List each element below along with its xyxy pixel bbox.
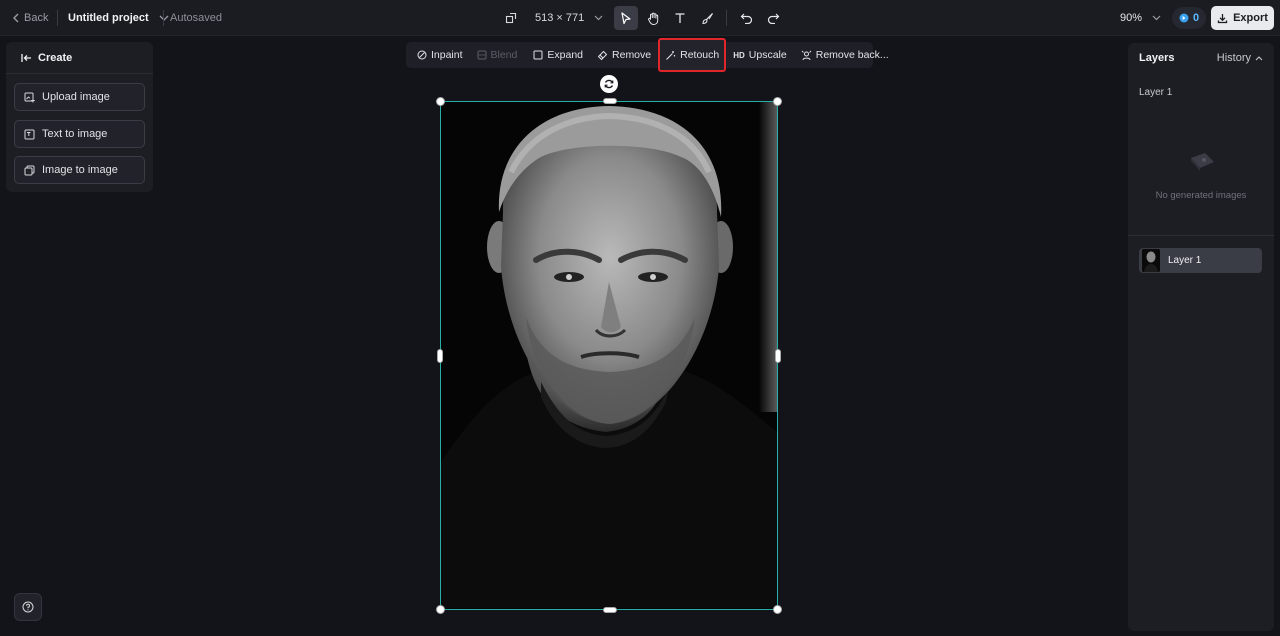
undo-button[interactable]: [734, 6, 758, 30]
resize-handle-top[interactable]: [603, 98, 617, 104]
inpaint-button[interactable]: Inpaint: [412, 42, 468, 68]
layers-title: Layers: [1139, 52, 1175, 64]
layers-header: Layers History: [1128, 43, 1274, 73]
divider: [1128, 235, 1274, 236]
history-label: History: [1216, 52, 1251, 64]
credits-badge[interactable]: 0: [1172, 7, 1206, 29]
help-icon: [22, 601, 34, 613]
resize-handle-right[interactable]: [775, 349, 781, 363]
save-status: Autosaved: [170, 12, 222, 24]
blend-label: Blend: [490, 49, 518, 61]
remove-background-label: Remove back...: [815, 49, 889, 61]
magic-wand-icon: [665, 50, 676, 61]
rotate-handle[interactable]: [600, 75, 618, 93]
empty-images-icon: [1187, 150, 1217, 174]
expand-icon: [533, 50, 543, 60]
empty-images-text: No generated images: [1155, 190, 1247, 201]
credit-coin-icon: [1179, 13, 1189, 23]
hand-tool[interactable]: [641, 6, 665, 30]
divider: [726, 10, 727, 26]
text-to-image-label: Text to image: [42, 128, 108, 140]
resize-handle-bottom-right[interactable]: [773, 605, 782, 614]
download-icon: [1217, 13, 1228, 24]
zoom-level: 90%: [1120, 12, 1143, 24]
retouch-label: Retouch: [680, 49, 720, 61]
resize-handle-top-left[interactable]: [436, 97, 445, 106]
zoom-dropdown[interactable]: 90%: [1120, 0, 1161, 36]
redo-button[interactable]: [761, 6, 785, 30]
image-to-image-icon: [24, 165, 35, 176]
divider: [163, 10, 164, 26]
help-button[interactable]: [14, 593, 42, 621]
blend-icon: [477, 50, 487, 60]
chevron-left-icon: [12, 13, 20, 23]
remove-label: Remove: [612, 49, 652, 61]
inpaint-icon: [417, 50, 427, 60]
image-to-image-label: Image to image: [42, 164, 118, 176]
portrait-image[interactable]: [441, 102, 777, 609]
upscale-label: Upscale: [748, 49, 787, 61]
hd-icon: HD: [733, 50, 745, 60]
remove-background-button[interactable]: Remove back...: [796, 42, 894, 68]
divider: [57, 10, 58, 26]
resize-handle-bottom-left[interactable]: [436, 605, 445, 614]
retouch-button[interactable]: Retouch: [658, 38, 727, 72]
cursor-icon: [620, 11, 632, 25]
edit-toolbar: Inpaint Blend Expand Remove Retouch HD U…: [406, 38, 889, 72]
layer-name: Layer 1: [1168, 255, 1202, 266]
create-title: Create: [38, 51, 73, 64]
arrow-left-icon: [21, 53, 32, 63]
image-to-image-button[interactable]: Image to image: [14, 156, 145, 184]
text-to-image-button[interactable]: Text to image: [14, 120, 145, 148]
undo-icon: [740, 12, 753, 24]
expand-label: Expand: [547, 49, 584, 61]
back-button[interactable]: Back: [12, 0, 48, 36]
canvas-size-button[interactable]: 513 × 771: [505, 0, 603, 36]
select-tool[interactable]: [614, 6, 638, 30]
project-name-button[interactable]: Untitled project: [68, 0, 169, 36]
history-toggle[interactable]: History: [1217, 52, 1263, 64]
image-selection[interactable]: [436, 97, 782, 614]
text-icon: [674, 12, 686, 24]
create-panel: Create Upload image Text to image Image …: [6, 42, 153, 192]
canvas-size: 513 × 771: [535, 12, 585, 24]
brush-icon: [701, 12, 714, 25]
credits-count: 0: [1192, 12, 1200, 24]
export-label: Export: [1233, 12, 1268, 24]
text-to-image-icon: [24, 129, 35, 140]
chevron-down-icon: [594, 15, 603, 21]
brush-tool[interactable]: [695, 6, 719, 30]
project-name: Untitled project: [68, 12, 149, 24]
tool-group: [614, 6, 785, 30]
blend-button[interactable]: Blend: [472, 42, 523, 68]
create-header[interactable]: Create: [6, 42, 153, 74]
layer-item[interactable]: Layer 1: [1139, 248, 1262, 273]
inpaint-label: Inpaint: [431, 49, 463, 61]
chevron-down-icon: [1152, 15, 1161, 21]
layer-section-label: Layer 1: [1139, 87, 1173, 98]
top-bar: Back Untitled project Autosaved 513 × 77…: [0, 0, 1280, 36]
text-tool[interactable]: [668, 6, 692, 30]
resize-handle-top-right[interactable]: [773, 97, 782, 106]
upload-image-icon: [24, 92, 35, 103]
upload-image-button[interactable]: Upload image: [14, 83, 145, 111]
chevron-up-icon: [1255, 55, 1263, 61]
rotate-icon: [603, 78, 615, 90]
resize-handle-bottom[interactable]: [603, 607, 617, 613]
back-label: Back: [24, 12, 49, 24]
upscale-button[interactable]: HD Upscale: [728, 42, 792, 68]
resize-icon: [505, 12, 517, 24]
eraser-icon: [597, 50, 608, 61]
expand-button[interactable]: Expand: [528, 42, 588, 68]
layer-thumbnail: [1142, 249, 1160, 272]
remove-button[interactable]: Remove: [592, 42, 656, 68]
layers-panel: Layers History Layer 1 No generated imag…: [1128, 43, 1274, 631]
redo-icon: [767, 12, 780, 24]
export-button[interactable]: Export: [1211, 6, 1274, 30]
upload-image-label: Upload image: [42, 91, 110, 103]
remove-background-icon: [801, 50, 812, 61]
resize-handle-left[interactable]: [437, 349, 443, 363]
hand-icon: [647, 12, 660, 25]
